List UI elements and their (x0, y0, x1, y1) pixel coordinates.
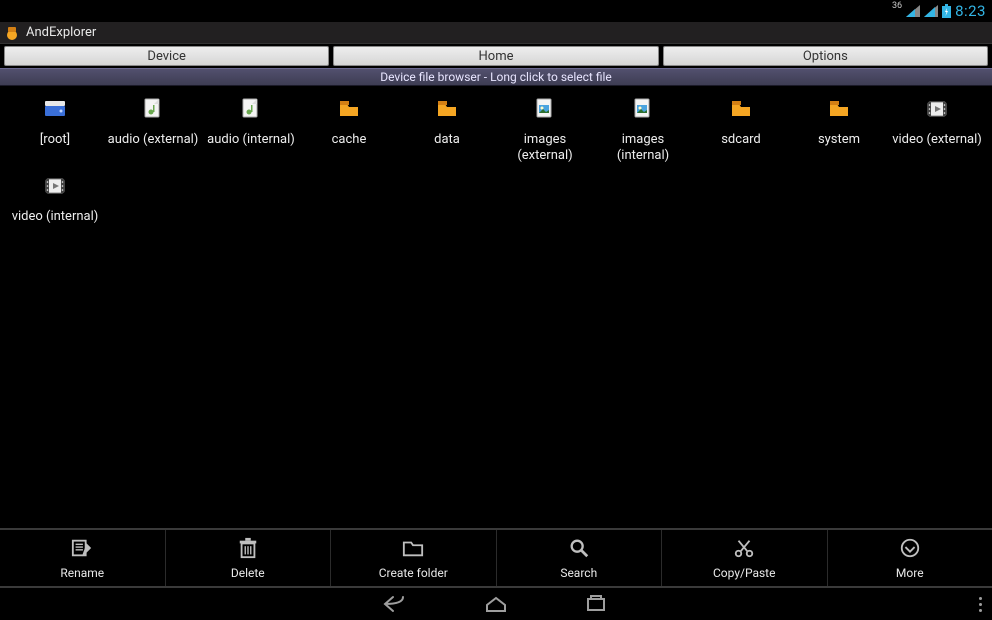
home-button[interactable] (481, 594, 511, 614)
tab-options-label: Options (803, 49, 848, 64)
action-bar: Rename Delete Create folder Search Copy/… (0, 528, 992, 588)
file-item-label: images (internal) (594, 132, 692, 165)
search-label: Search (560, 566, 597, 580)
title-bar: AndExplorer (0, 22, 992, 44)
status-bar: 36 8:23 (0, 0, 992, 22)
tab-home-label: Home (479, 49, 514, 64)
scissors-icon (731, 537, 757, 562)
more-button[interactable]: More (828, 530, 992, 586)
nav-bar (0, 588, 992, 620)
folder-icon (828, 98, 850, 120)
file-item-label: audio (internal) (207, 132, 295, 164)
app-icon (4, 25, 20, 41)
image-icon (534, 98, 556, 120)
create-folder-label: Create folder (379, 566, 448, 580)
back-button[interactable] (381, 594, 411, 614)
video-icon (44, 175, 66, 197)
file-item[interactable]: cache (300, 98, 398, 175)
network-indicator: 36 (892, 2, 902, 11)
battery-icon (942, 4, 951, 18)
drive-icon (44, 98, 66, 120)
tab-device[interactable]: Device (4, 46, 329, 66)
file-item-label: system (818, 132, 860, 164)
file-item-label: [root] (40, 132, 70, 164)
delete-icon (235, 537, 261, 562)
folder-icon (400, 537, 426, 562)
file-item[interactable]: audio (external) (104, 98, 202, 175)
file-item[interactable]: system (790, 98, 888, 175)
audio-icon (142, 98, 164, 120)
file-item[interactable]: video (internal) (6, 175, 104, 251)
file-item-label: images (external) (496, 132, 594, 165)
info-banner: Device file browser - Long click to sele… (0, 68, 992, 86)
more-label: More (896, 566, 924, 580)
tab-device-label: Device (147, 49, 186, 64)
delete-button[interactable]: Delete (166, 530, 332, 586)
file-item[interactable]: sdcard (692, 98, 790, 175)
copy-paste-button[interactable]: Copy/Paste (662, 530, 828, 586)
file-item[interactable]: images (external) (496, 98, 594, 175)
more-icon (897, 537, 923, 562)
file-item[interactable]: images (internal) (594, 98, 692, 175)
rename-button[interactable]: Rename (0, 530, 166, 586)
search-icon (566, 537, 592, 562)
image-icon (632, 98, 654, 120)
file-item-label: sdcard (721, 132, 761, 164)
file-item[interactable]: video (external) (888, 98, 986, 175)
file-item-label: video (external) (892, 132, 982, 164)
status-clock: 8:23 (955, 2, 986, 20)
tab-options[interactable]: Options (663, 46, 988, 66)
folder-icon (338, 98, 360, 120)
rename-icon (69, 537, 95, 562)
signal-icon (924, 5, 938, 17)
recent-button[interactable] (581, 594, 611, 614)
file-grid: [root] audio (external)audio (internal) ca… (0, 86, 992, 251)
create-folder-button[interactable]: Create folder (331, 530, 497, 586)
copy-paste-label: Copy/Paste (713, 566, 775, 580)
file-item[interactable]: [root] (6, 98, 104, 175)
file-item[interactable]: audio (internal) (202, 98, 300, 175)
file-item-label: audio (external) (108, 132, 199, 164)
video-icon (926, 98, 948, 120)
banner-text: Device file browser - Long click to sele… (380, 70, 612, 84)
file-item-label: cache (332, 132, 367, 164)
audio-icon (240, 98, 262, 120)
app-title: AndExplorer (26, 25, 96, 40)
nav-overflow-button[interactable] (979, 597, 982, 612)
tab-home[interactable]: Home (333, 46, 658, 66)
tab-row: Device Home Options (0, 44, 992, 68)
file-item-label: data (434, 132, 460, 164)
folder-icon (730, 98, 752, 120)
search-button[interactable]: Search (497, 530, 663, 586)
file-item-label: video (internal) (12, 209, 99, 241)
file-item[interactable]: data (398, 98, 496, 175)
rename-label: Rename (60, 566, 104, 580)
signal-icon (906, 5, 920, 17)
delete-label: Delete (231, 566, 265, 580)
folder-icon (436, 98, 458, 120)
